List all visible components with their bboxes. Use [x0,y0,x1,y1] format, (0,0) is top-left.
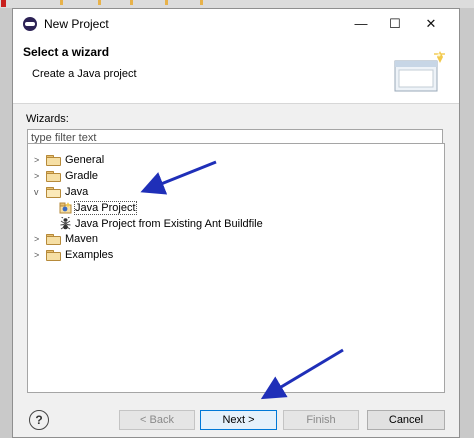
chevron-right-icon[interactable]: > [34,247,42,263]
tree-item-label: Maven [65,233,99,245]
background-toolbar-icon [130,0,133,5]
tree-item-label: Gradle [65,170,99,182]
dialog-title: New Project [44,17,109,31]
new-project-dialog: New Project — ☐ ✕ Select a wizard Create… [12,8,460,438]
help-icon[interactable]: ? [29,410,49,430]
tree-item-maven[interactable]: > Maven [34,231,98,247]
folder-open-icon [46,187,61,198]
tree-item-label: Examples [65,249,114,261]
folder-icon [46,155,61,166]
tree-item-label: General [65,154,105,166]
page-title: Select a wizard [23,45,110,59]
wizards-label: Wizards: [26,113,69,125]
background-toolbar-icon [98,0,101,5]
maximize-button[interactable]: ☐ [378,9,412,39]
new-wizard-banner-icon [394,51,445,92]
background-toolbar-icon [165,0,168,5]
background-toolbar-icon [200,0,203,5]
wizard-header: Select a wizard Create a Java project [13,39,459,104]
title-bar[interactable]: New Project — ☐ ✕ [13,9,459,39]
cancel-button[interactable]: Cancel [367,410,445,430]
background-toolbar-icon [1,0,6,7]
next-button[interactable]: Next > [200,410,277,430]
background-toolbar-icon [60,0,63,5]
finish-button[interactable]: Finish [283,410,359,430]
eclipse-logo-icon [23,17,37,31]
tree-item-examples[interactable]: > Examples [34,247,113,263]
tree-item-java-project-ant[interactable]: Java Project from Existing Ant Buildfile [59,216,263,232]
chevron-right-icon[interactable]: > [34,231,42,247]
folder-icon [46,171,61,182]
tree-item-java-project[interactable]: Java Project [59,200,137,216]
close-button[interactable]: ✕ [414,9,448,39]
java-project-icon [59,202,72,214]
wizard-tree[interactable]: > General > Gradle v Java Java Project J… [27,143,445,393]
chevron-down-icon[interactable]: v [34,184,42,200]
background-toolbar-strip [0,0,474,8]
page-subtitle: Create a Java project [32,68,137,80]
tree-item-label: Java Project [74,201,137,215]
tree-item-general[interactable]: > General [34,152,104,168]
ant-icon [60,217,71,230]
chevron-right-icon[interactable]: > [34,152,42,168]
back-button[interactable]: < Back [119,410,195,430]
button-bar: ? < Back Next > Finish Cancel [13,393,459,437]
chevron-right-icon[interactable]: > [34,168,42,184]
tree-item-java[interactable]: v Java [34,184,88,200]
folder-icon [46,250,61,261]
minimize-button[interactable]: — [344,9,378,39]
tree-item-label: Java Project from Existing Ant Buildfile [75,218,263,230]
tree-item-gradle[interactable]: > Gradle [34,168,98,184]
tree-item-label: Java [65,186,89,198]
folder-icon [46,234,61,245]
